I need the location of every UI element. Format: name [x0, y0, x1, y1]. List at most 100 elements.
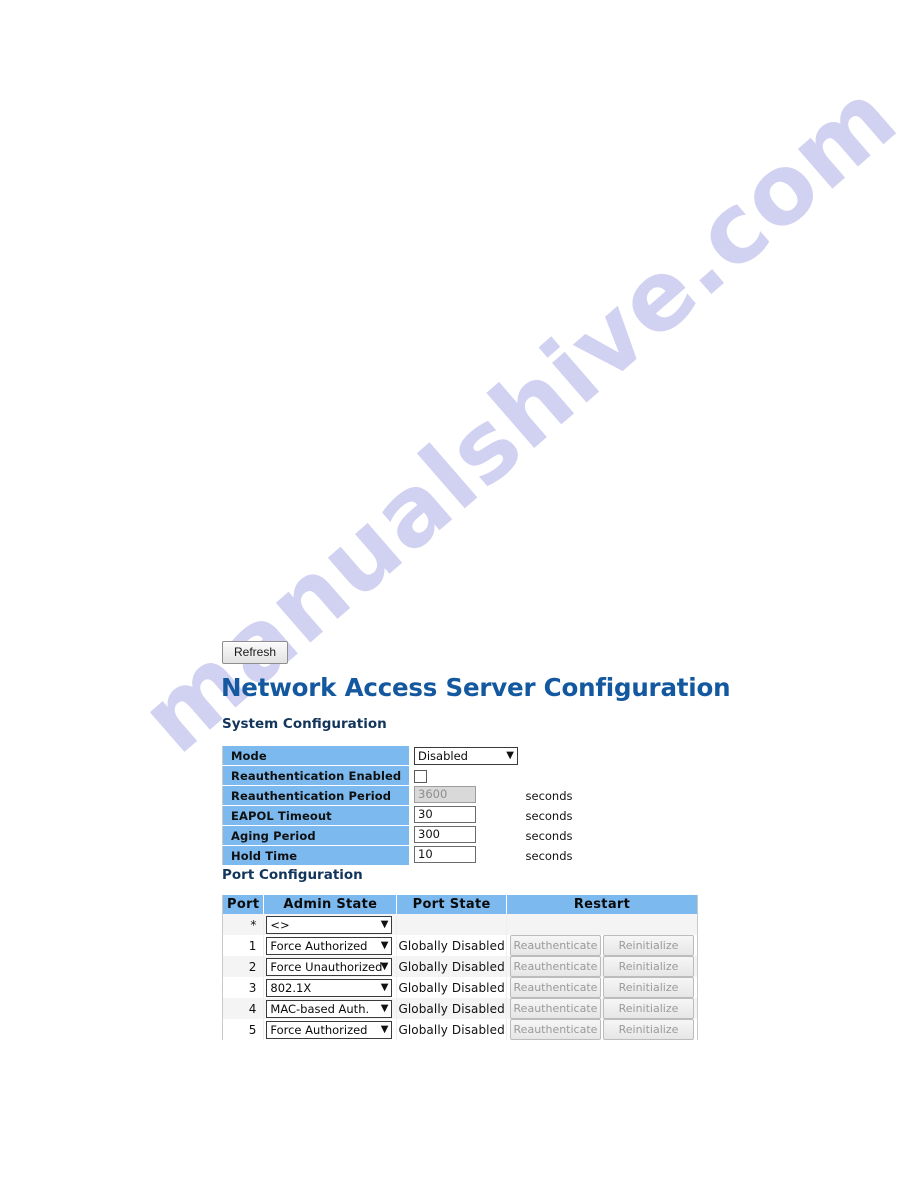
row-label-aging-period: Aging Period: [222, 825, 410, 846]
table-row: Reauthentication Enabled: [222, 765, 581, 786]
row-unit-reauth-enabled: [520, 765, 581, 786]
table-row: * <> ▼: [221, 914, 699, 935]
table-row: Hold Time 10 seconds: [222, 845, 581, 866]
cell-admin-state: Force Authorized ▼: [263, 1019, 398, 1040]
cell-admin-state: Force Authorized ▼: [263, 935, 398, 956]
mode-select-value: Disabled: [418, 749, 468, 763]
cell-admin-state: <> ▼: [263, 914, 398, 935]
cell-admin-state: 802.1X ▼: [263, 977, 398, 998]
admin-state-select-port-5[interactable]: Force Authorized ▼: [266, 1020, 393, 1039]
row-label-mode: Mode: [222, 745, 410, 766]
cell-port: 5: [221, 1019, 265, 1040]
cell-port-state: Globally Disabled: [396, 977, 507, 998]
cell-admin-state: MAC-based Auth. ▼: [263, 998, 398, 1019]
reinitialize-button: Reinitialize: [602, 998, 694, 1019]
cell-restart: Reauthenticate Reinitialize: [505, 935, 699, 956]
row-label-hold-time: Hold Time: [222, 845, 410, 866]
row-value-eapol-timeout: 30: [409, 805, 521, 826]
admin-state-select-port-3[interactable]: 802.1X ▼: [266, 978, 393, 997]
reinitialize-button: Reinitialize: [602, 956, 694, 977]
reauthenticate-button: Reauthenticate: [509, 1019, 601, 1040]
chevron-down-icon: ▼: [380, 1023, 389, 1035]
reauthentication-period-input[interactable]: 3600: [414, 785, 476, 803]
toolbar: Refresh: [222, 641, 289, 664]
system-configuration-heading: System Configuration: [222, 716, 387, 732]
table-row: 1 Force Authorized ▼ Globally Disabled Reaut…: [221, 935, 699, 956]
reauthenticate-button: Reauthenticate: [509, 977, 601, 998]
cell-restart: Reauthenticate Reinitialize: [505, 1019, 699, 1040]
admin-state-select-value: 802.1X: [270, 980, 312, 995]
table-row: Reauthentication Period 3600 seconds: [222, 785, 581, 806]
reauthenticate-button: Reauthenticate: [509, 998, 601, 1019]
cell-port-state: Globally Disabled: [396, 956, 507, 977]
admin-state-select-all[interactable]: <> ▼: [266, 915, 393, 934]
reauthenticate-button: Reauthenticate: [509, 956, 601, 977]
column-header-admin-state: Admin State: [263, 895, 398, 914]
row-unit-eapol-timeout: seconds: [520, 805, 581, 826]
chevron-down-icon: ▼: [380, 939, 389, 951]
table-row: EAPOL Timeout 30 seconds: [222, 805, 581, 826]
cell-port-state: [396, 914, 507, 935]
cell-port: 1: [221, 935, 265, 956]
chevron-down-icon: ▼: [380, 918, 389, 930]
table-header-row: Port Admin State Port State Restart: [221, 895, 699, 914]
column-header-restart: Restart: [505, 895, 699, 914]
table-row: 4 MAC-based Auth. ▼ Globally Disabled Reauth…: [221, 998, 699, 1019]
row-label-reauth-enabled: Reauthentication Enabled: [222, 765, 410, 786]
admin-state-select-port-1[interactable]: Force Authorized ▼: [266, 936, 393, 955]
cell-restart: Reauthenticate Reinitialize: [505, 977, 699, 998]
port-configuration-table: Port Admin State Port State Restart * <> ▼…: [221, 895, 699, 1040]
row-value-hold-time: 10: [409, 845, 521, 866]
hold-time-input[interactable]: 10: [414, 845, 476, 863]
admin-state-select-value: <>: [270, 917, 290, 932]
cell-port: 3: [221, 977, 265, 998]
row-value-reauth-period: 3600: [409, 785, 521, 806]
cell-port: 2: [221, 956, 265, 977]
chevron-down-icon: ▼: [380, 960, 389, 972]
chevron-down-icon: ▼: [380, 981, 389, 993]
cell-port: *: [221, 914, 265, 935]
table-row: Aging Period 300 seconds: [222, 825, 581, 846]
eapol-timeout-input[interactable]: 30: [414, 805, 476, 823]
cell-port: 4: [221, 998, 265, 1019]
mode-select[interactable]: Disabled ▼: [414, 747, 518, 765]
admin-state-select-value: MAC-based Auth.: [270, 1001, 370, 1016]
cell-port-state: Globally Disabled: [396, 1019, 507, 1040]
reauthenticate-button: Reauthenticate: [509, 935, 601, 956]
reinitialize-button: Reinitialize: [602, 1019, 694, 1040]
row-unit-aging-period: seconds: [520, 825, 581, 846]
page-content: Refresh Network Access Server Configurat…: [0, 0, 918, 1188]
admin-state-select-value: Force Authorized: [270, 938, 368, 953]
row-label-eapol-timeout: EAPOL Timeout: [222, 805, 410, 826]
port-configuration-heading: Port Configuration: [222, 867, 363, 883]
admin-state-select-port-2[interactable]: Force Unauthorized ▼: [266, 957, 393, 976]
row-unit-mode: [520, 745, 581, 766]
row-label-reauth-period: Reauthentication Period: [222, 785, 410, 806]
cell-port-state: Globally Disabled: [396, 935, 507, 956]
system-configuration-table: Mode Disabled ▼ Reauthentication Enabled…: [222, 745, 581, 866]
row-unit-reauth-period: seconds: [520, 785, 581, 806]
row-value-mode: Disabled ▼: [409, 745, 521, 766]
table-row: 3 802.1X ▼ Globally Disabled Reauthenticate R…: [221, 977, 699, 998]
cell-restart: [505, 914, 699, 935]
cell-restart: Reauthenticate Reinitialize: [505, 956, 699, 977]
admin-state-select-value: Force Authorized: [270, 1022, 368, 1037]
row-unit-hold-time: seconds: [520, 845, 581, 866]
reinitialize-button: Reinitialize: [602, 977, 694, 998]
chevron-down-icon: ▼: [380, 1002, 389, 1014]
column-header-port: Port: [221, 895, 265, 914]
table-row: 5 Force Authorized ▼ Globally Disabled Reaut…: [221, 1019, 699, 1040]
column-header-port-state: Port State: [396, 895, 507, 914]
row-value-reauth-enabled: [409, 765, 521, 786]
table-row: Mode Disabled ▼: [222, 745, 581, 766]
page-title: Network Access Server Configuration: [221, 673, 731, 702]
cell-port-state: Globally Disabled: [396, 998, 507, 1019]
cell-restart: Reauthenticate Reinitialize: [505, 998, 699, 1019]
admin-state-select-port-4[interactable]: MAC-based Auth. ▼: [266, 999, 393, 1018]
reauthentication-enabled-checkbox[interactable]: [414, 769, 427, 783]
table-row: 2 Force Unauthorized ▼ Globally Disabled Rea…: [221, 956, 699, 977]
chevron-down-icon: ▼: [506, 750, 514, 761]
refresh-button[interactable]: Refresh: [222, 641, 289, 664]
row-value-aging-period: 300: [409, 825, 521, 846]
aging-period-input[interactable]: 300: [414, 825, 476, 843]
